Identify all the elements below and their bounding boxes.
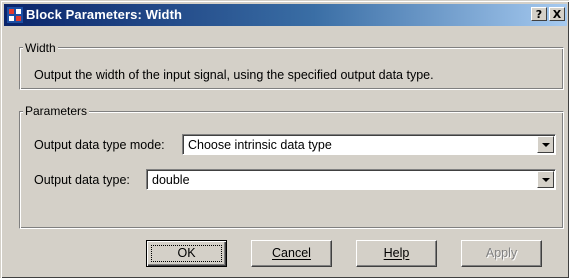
apply-button-label: Apply xyxy=(485,246,518,260)
chevron-down-icon[interactable] xyxy=(537,171,554,188)
output-data-type-mode-label: Output data type mode: xyxy=(34,138,165,152)
focus-rectangle xyxy=(151,245,222,262)
block-description: Output the width of the input signal, us… xyxy=(34,68,434,82)
output-data-type-mode-select[interactable]: Choose intrinsic data type xyxy=(182,134,556,155)
output-data-type-mode-value: Choose intrinsic data type xyxy=(188,138,332,152)
close-button[interactable]: X xyxy=(549,7,565,21)
simulink-block-icon xyxy=(7,7,23,23)
parameters-group-label: Parameters xyxy=(23,104,90,118)
width-group-label: Width xyxy=(23,41,58,55)
window-title: Block Parameters: Width xyxy=(26,7,183,22)
block-parameters-dialog: Block Parameters: Width ? X Width Output… xyxy=(0,0,569,278)
title-bar[interactable]: Block Parameters: Width ? X xyxy=(4,4,567,26)
output-data-type-label: Output data type: xyxy=(34,173,130,187)
help-title-button[interactable]: ? xyxy=(531,7,547,21)
chevron-down-icon[interactable] xyxy=(537,136,554,153)
cancel-button-label: Cancel xyxy=(272,246,311,260)
ok-button[interactable]: OK xyxy=(146,240,227,267)
cancel-button[interactable]: Cancel xyxy=(251,240,332,267)
output-data-type-value: double xyxy=(152,173,190,187)
apply-button[interactable]: Apply xyxy=(461,240,542,267)
output-data-type-select[interactable]: double xyxy=(146,169,556,190)
help-button[interactable]: Help xyxy=(356,240,437,267)
help-button-label: Help xyxy=(383,246,410,260)
